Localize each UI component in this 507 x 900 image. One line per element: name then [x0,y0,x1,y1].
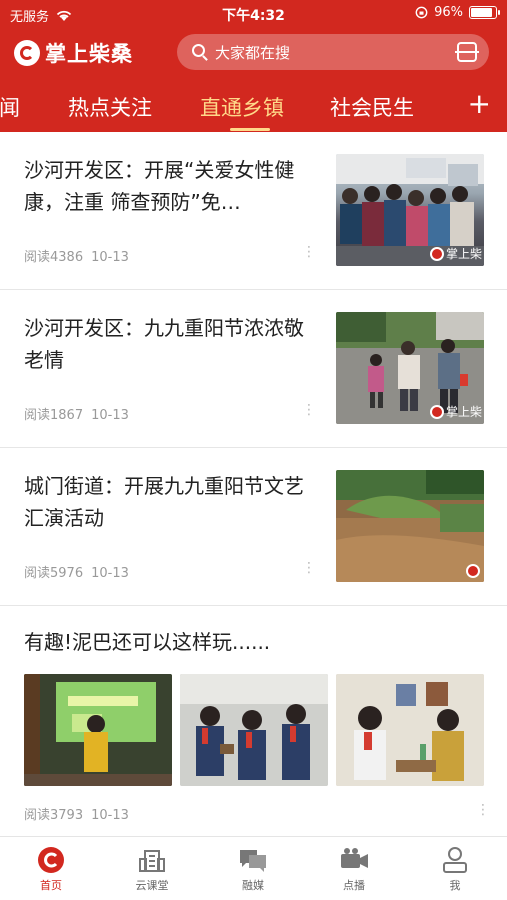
news-item[interactable]: 有趣!泥巴还可以这样玩...... 阅读3793 10-13 ⋮ [0,606,507,836]
news-title[interactable]: 有趣!泥巴还可以这样玩...... [24,626,484,658]
news-thumbnail[interactable]: 掌上柴 [336,312,484,424]
watermark-logo-icon [466,564,480,578]
news-feed: 沙河开发区：开展“关爱女性健康，注重 筛查预防”免… 阅读4386 10-13 ⋮… [0,132,507,836]
more-options-icon[interactable]: ⋮ [302,560,316,576]
more-options-icon[interactable]: ⋮ [302,244,316,260]
news-title[interactable]: 城门街道：开展九九重阳节文艺汇演活动 [24,470,316,534]
person-icon [439,845,471,875]
news-item[interactable]: 沙河开发区：开展“关爱女性健康，注重 筛查预防”免… 阅读4386 10-13 ⋮… [0,132,507,290]
publish-date: 10-13 [91,808,129,823]
nav-vod-label: 点播 [343,879,365,892]
news-thumbnail[interactable] [24,674,172,786]
tab-towns[interactable]: 直通乡镇 [200,92,284,122]
more-options-icon[interactable]: ⋮ [302,402,316,418]
watermark-logo-icon [429,246,444,261]
read-count: 阅读4386 [24,250,84,265]
search-icon [192,44,205,57]
watermark: 掌上柴 [429,403,482,420]
field-image [336,470,484,582]
nav-me[interactable]: 我 [415,845,495,893]
search-placeholder: 大家都在搜 [215,44,291,62]
news-item[interactable]: 城门街道：开展九九重阳节文艺汇演活动 阅读5976 10-13 ⋮ [0,448,507,606]
home-logo-icon [35,845,67,875]
news-thumbnail[interactable] [180,674,328,786]
app-name: 掌上柴桑 [45,42,133,66]
watermark: 掌上柴 [429,245,482,262]
video-camera-icon [338,845,370,875]
children-clay-image [336,674,484,786]
news-thumbnail[interactable]: 掌上柴 [336,154,484,266]
more-options-icon[interactable]: ⋮ [476,802,490,818]
news-title[interactable]: 沙河开发区：九九重阳节浓浓敬老情 [24,312,316,376]
channel-tabs: 要闻 热点关注 直通乡镇 社会民生 + [0,82,507,132]
watermark [466,564,482,578]
read-count: 阅读1867 [24,408,84,423]
chat-bubbles-icon [237,845,269,875]
watermark-logo-icon [429,404,444,419]
students-image [180,674,328,786]
active-tab-indicator [230,128,270,131]
tab-livelihood[interactable]: 社会民生 [330,92,414,122]
app-logo: 掌上柴桑 [14,38,133,68]
building-icon [136,845,168,875]
battery-percent: 96% [434,5,463,20]
news-thumbnail[interactable] [336,674,484,786]
nav-vod[interactable]: 点播 [314,845,394,893]
classroom-image [24,674,172,786]
publish-date: 10-13 [91,566,129,581]
add-channel-icon[interactable]: + [468,90,491,118]
search-bar[interactable]: 大家都在搜 [177,34,489,70]
publish-date: 10-13 [91,408,129,423]
nav-home-label: 首页 [40,879,62,892]
nav-media-label: 融媒 [242,879,264,892]
nav-cloud-class[interactable]: 云课堂 [112,845,192,893]
nav-home[interactable]: 首页 [11,845,91,893]
nav-media[interactable]: 融媒 [213,845,293,893]
news-item[interactable]: 沙河开发区：九九重阳节浓浓敬老情 阅读1867 10-13 ⋮ 掌上柴 [0,290,507,448]
read-count: 阅读3793 [24,808,84,823]
publish-date: 10-13 [91,250,129,265]
scan-icon[interactable] [455,42,479,62]
status-bar: 无服务 下午4:32 96% [0,0,507,28]
news-thumbnail[interactable] [336,470,484,582]
nav-me-label: 我 [449,879,461,892]
nav-cloud-class-label: 云课堂 [135,879,169,892]
logo-mark-icon [14,40,40,66]
read-count: 阅读5976 [24,566,84,581]
tab-headlines[interactable]: 要闻 [0,92,20,122]
bottom-tab-bar: 首页 云课堂 融媒 点播 我 [0,836,507,900]
top-bar: 掌上柴桑 大家都在搜 [0,30,507,76]
orientation-lock-icon [415,6,428,19]
tab-hot-topics[interactable]: 热点关注 [68,92,152,122]
battery-icon [469,6,500,19]
news-title[interactable]: 沙河开发区：开展“关爱女性健康，注重 筛查预防”免… [24,154,316,218]
app-header: 无服务 下午4:32 96% 掌上柴桑 大家都在搜 闻 热点关注 直通乡镇 社会… [0,0,507,132]
